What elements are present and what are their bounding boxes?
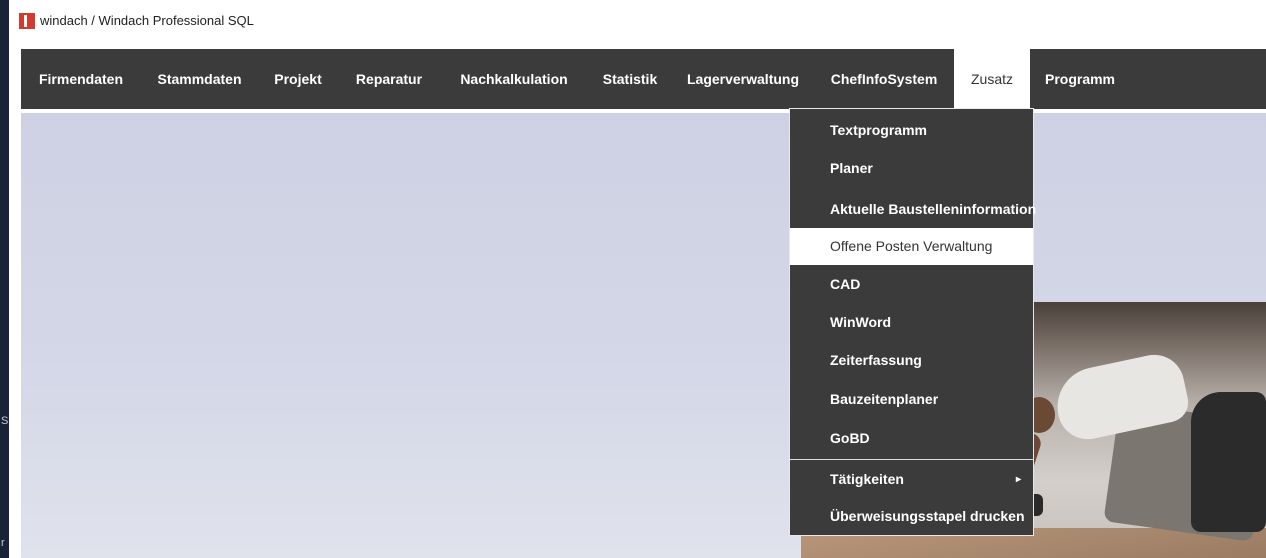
window-title: windach / Windach Professional SQL: [40, 13, 254, 28]
menu-zusatz[interactable]: Zusatz: [954, 49, 1030, 109]
menu-item-baustelleninformation[interactable]: Aktuelle Baustelleninformation: [790, 191, 1037, 228]
menu-item-planer[interactable]: Planer: [790, 150, 1033, 187]
menu-item-label: Textprogramm: [830, 122, 927, 138]
menu-item-cad[interactable]: CAD: [790, 266, 1033, 303]
menu-programm[interactable]: Programm: [1030, 49, 1130, 109]
menu-item-ueberweisungsstapel[interactable]: Überweisungsstapel drucken: [790, 498, 1033, 535]
menu-item-zeiterfassung[interactable]: Zeiterfassung: [790, 342, 1033, 379]
menu-chefinfosystem[interactable]: ChefInfoSystem: [814, 49, 954, 109]
menu-item-label: Zeiterfassung: [830, 352, 922, 368]
menu-item-label: WinWord: [830, 314, 892, 330]
menu-item-bauzeitenplaner[interactable]: Bauzeitenplaner: [790, 381, 1033, 418]
zusatz-dropdown-menu: Textprogramm Planer Aktuelle Baustelleni…: [790, 109, 1037, 535]
menu-item-textprogramm[interactable]: Textprogramm: [790, 112, 1033, 149]
menu-item-label: Planer: [830, 160, 873, 176]
menu-item-gobd[interactable]: GoBD: [790, 420, 1033, 457]
menu-item-label: Überweisungsstapel drucken: [830, 508, 1025, 524]
menu-statistik[interactable]: Statistik: [588, 49, 672, 109]
menu-item-label: Offene Posten Verwaltung: [830, 238, 993, 254]
menu-item-label: GoBD: [830, 430, 870, 446]
worker-legs-dark: [1191, 392, 1266, 532]
desktop-text-fragment: r: [1, 537, 5, 549]
menu-item-offene-posten[interactable]: Offene Posten Verwaltung: [790, 228, 1033, 265]
menu-nachkalkulation[interactable]: Nachkalkulation: [440, 49, 588, 109]
menu-lagerverwaltung[interactable]: Lagerverwaltung: [672, 49, 814, 109]
desktop-text-fragment: S: [1, 415, 9, 427]
main-content-area: [21, 113, 1266, 558]
app-logo-icon: [19, 13, 35, 29]
menu-reparatur[interactable]: Reparatur: [338, 49, 440, 109]
menu-stammdaten[interactable]: Stammdaten: [141, 49, 258, 109]
menu-item-label: Tätigkeiten: [830, 471, 904, 487]
menu-item-taetigkeiten[interactable]: Tätigkeiten ▸: [790, 461, 1033, 498]
menu-separator: [790, 459, 1033, 460]
menu-item-label: CAD: [830, 276, 861, 292]
menu-firmendaten[interactable]: Firmendaten: [21, 49, 141, 109]
title-bar[interactable]: windach / Windach Professional SQL: [9, 0, 1266, 40]
submenu-arrow-icon: ▸: [1016, 474, 1022, 485]
menu-item-label: Bauzeitenplaner: [830, 391, 939, 407]
background-desktop-edge: S r: [0, 0, 9, 558]
app-window: windach / Windach Professional SQL Firme…: [9, 0, 1266, 558]
menu-projekt[interactable]: Projekt: [258, 49, 338, 109]
menu-item-winword[interactable]: WinWord: [790, 304, 1033, 341]
menu-item-label: Aktuelle Baustelleninformation: [830, 201, 1037, 217]
main-menu-bar: Firmendaten Stammdaten Projekt Reparatur…: [21, 49, 1266, 109]
